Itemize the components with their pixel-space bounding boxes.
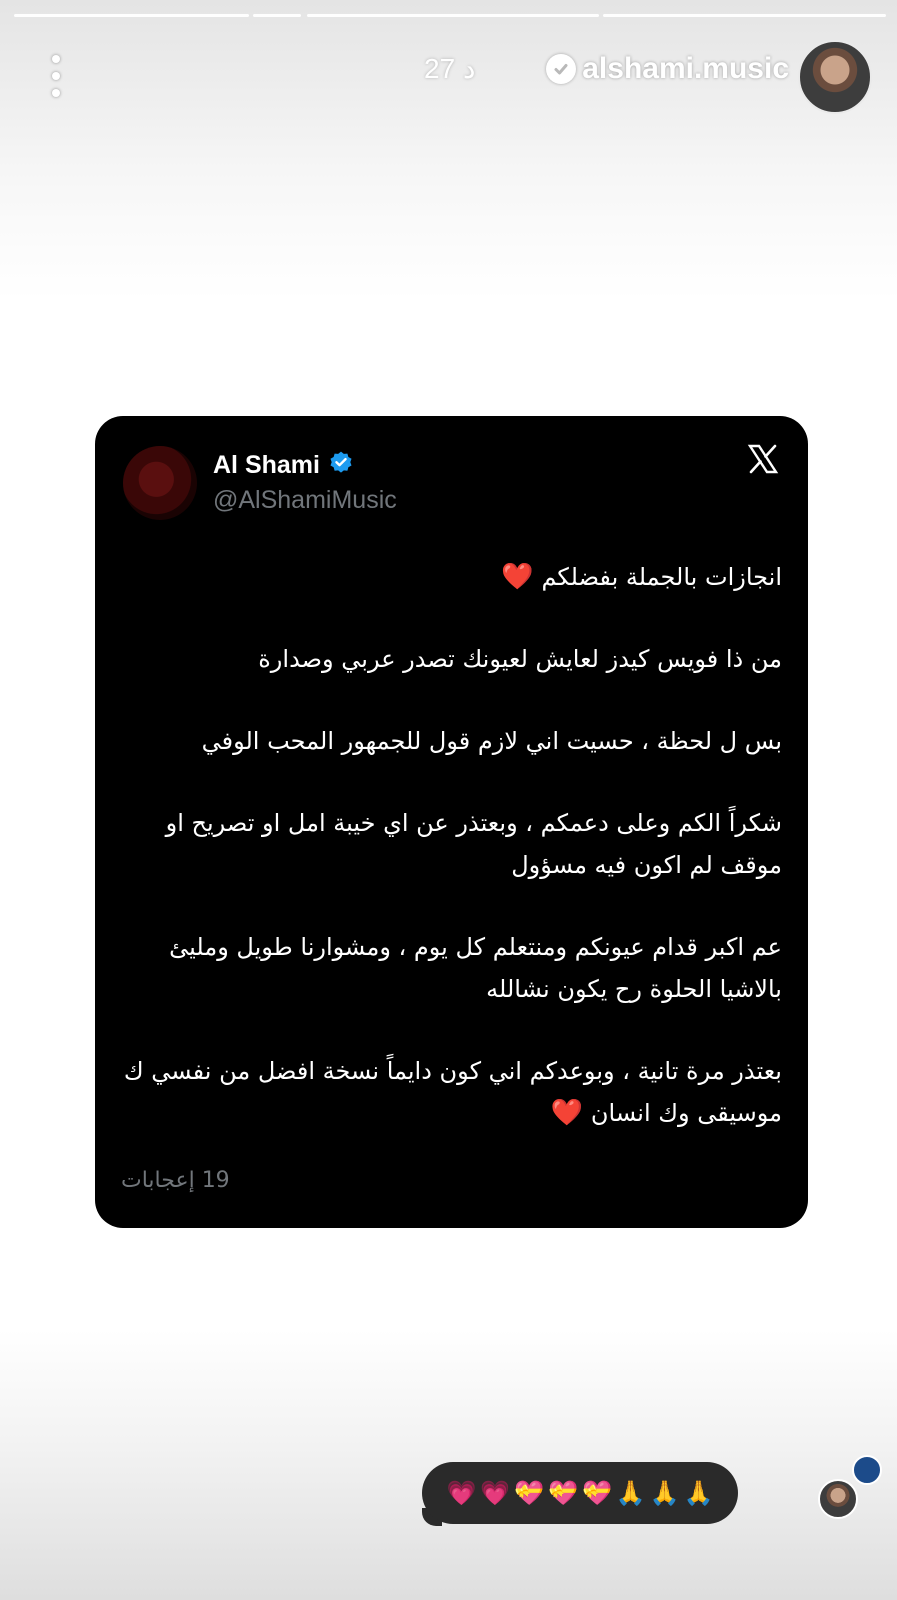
tweet-paragraph: من ذا فويس كيدز لعايش لعيونك تصدر عربي و…: [258, 645, 782, 673]
tweet-paragraph: شكراً الكم وعلى دعمكم ، وبعتذر عن اي خيب…: [165, 809, 782, 879]
gift-heart-emoji: 💝: [548, 1479, 578, 1507]
tweet-card[interactable]: Al Shami @AlShamiMusic انجازات بالجملة ب…: [95, 416, 808, 1228]
story-progress-segment-3: [307, 14, 599, 17]
verified-badge-icon: [328, 450, 354, 480]
heart-emoji: ❤️: [550, 1098, 584, 1128]
username-label: alshami.music: [582, 52, 789, 85]
tweet-paragraph: انجازات بالجملة بفضلكم ❤️: [501, 562, 782, 592]
reply-avatar[interactable]: [818, 1479, 858, 1519]
story-time-ago: 27 د: [424, 53, 476, 84]
heart-emoji: 💗: [480, 1479, 511, 1507]
pray-emoji: 🙏: [683, 1479, 714, 1507]
story-progress-segment-1: [14, 14, 249, 17]
tweet-author: Al Shami: [213, 450, 354, 480]
verified-badge-icon: [546, 54, 577, 84]
story-username[interactable]: alshami.music: [546, 52, 789, 86]
story-progress-segment-2: [253, 14, 301, 17]
gift-heart-emoji: 💝: [582, 1479, 612, 1507]
heart-emoji: 💗: [446, 1479, 477, 1507]
heart-emoji: ❤️: [501, 562, 534, 592]
tweet-avatar: [123, 446, 197, 520]
tweet-author-name: Al Shami: [213, 450, 320, 479]
tweet-paragraph: عم اكبر قدام عيونكم ومنتعلم كل يوم ، ومش…: [169, 933, 782, 1003]
tweet-paragraph: بعتذر مرة تانية ، وبوعدكم اني كون دايماً…: [123, 1057, 782, 1128]
more-vertical-icon[interactable]: [46, 55, 66, 97]
tweet-text: انجازات بالجملة بفضلكم ❤️ من ذا فويس كيد…: [122, 556, 782, 1174]
tweet-author-handle: @AlShamiMusic: [213, 486, 397, 514]
pray-emoji: 🙏: [615, 1479, 646, 1507]
pray-emoji: 🙏: [649, 1479, 680, 1507]
story-progress-segment-4: [603, 14, 886, 17]
x-logo-icon: [746, 442, 780, 476]
tweet-likes-count: 19 إعجابات: [121, 1168, 230, 1193]
gift-heart-emoji: 💝: [514, 1479, 545, 1507]
reply-bubble: 💗 💗 💝 💝 💝 🙏 🙏 🙏: [422, 1462, 738, 1524]
profile-avatar[interactable]: [798, 40, 872, 114]
viewer-avatar[interactable]: [852, 1455, 882, 1485]
tweet-paragraph: بس ل لحظة ، حسيت اني لازم قول للجمهور ال…: [201, 727, 782, 755]
